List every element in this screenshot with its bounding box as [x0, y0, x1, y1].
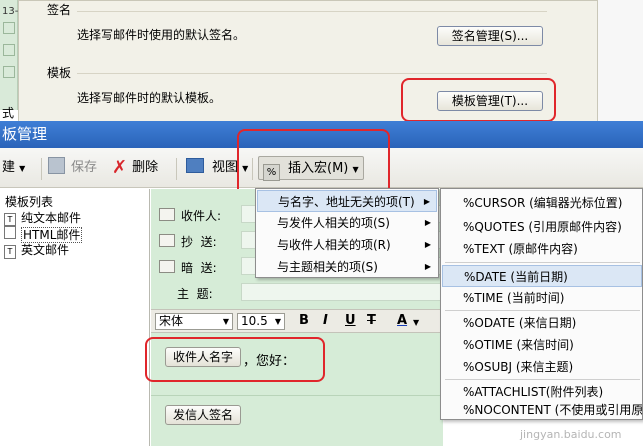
subject-label: 主 题:	[177, 287, 213, 301]
font-select[interactable]: 宋体 ▼	[155, 313, 233, 330]
view-button-label: 视图	[212, 160, 239, 175]
background-grid-cell	[3, 66, 15, 78]
background-grid-cell	[3, 22, 15, 34]
sender-signature-macro-button[interactable]: 发信人签名	[165, 405, 241, 425]
menu-separator	[445, 310, 640, 311]
signature-description: 选择写邮件时使用的默认签名。	[77, 28, 246, 42]
background-window-text: 式	[2, 106, 15, 120]
submenu-item[interactable]: %OTIME (来信时间)	[441, 334, 642, 356]
section-divider	[77, 73, 547, 74]
submenu-item[interactable]: %TEXT (原邮件内容)	[441, 238, 642, 260]
template-list-pane: 模板列表 T 纯文本邮件 HTML邮件 T 英文邮件	[0, 189, 150, 446]
template-list-header: 模板列表	[5, 195, 54, 209]
section-divider	[77, 11, 547, 12]
new-button[interactable]: 建 ▼	[2, 157, 25, 179]
body-divider	[151, 395, 443, 396]
macro-menu-item[interactable]: 与收件人相关的项(R) ▶	[257, 234, 437, 256]
underline-button[interactable]: U	[345, 313, 356, 328]
new-button-label: 建	[2, 160, 16, 175]
submenu-arrow-icon: ▶	[423, 197, 430, 206]
menu-separator	[445, 262, 640, 263]
submenu-item[interactable]: %QUOTES (引用原邮件内容)	[441, 216, 642, 238]
background-window-text: 13-	[2, 6, 19, 17]
macro-menu-item-label: 与名字、地址无关的项(T)	[278, 195, 415, 209]
submenu-item[interactable]: %TIME (当前时间)	[441, 287, 642, 309]
background-window-strip: 13-	[0, 0, 18, 110]
view-icon	[186, 158, 204, 173]
window-title: 板管理	[2, 125, 48, 143]
macro-menu-item[interactable]: 与主题相关的项(S) ▶	[257, 256, 437, 278]
template-list-item-label: 英文邮件	[21, 243, 70, 257]
bcc-row: 暗 送:	[159, 259, 217, 276]
submenu-item[interactable]: %DATE (当前日期)	[442, 265, 642, 287]
to-label: 收件人:	[181, 209, 222, 223]
cc-label: 抄 送:	[181, 235, 217, 249]
macro-menu-item-label: 与发件人相关的项(S)	[277, 216, 390, 230]
background-grid-cell	[3, 44, 15, 56]
contact-card-icon	[159, 234, 175, 247]
font-size-select[interactable]: 10.5 ▼	[237, 313, 285, 330]
highlight-box-recipient-name	[145, 337, 325, 382]
submenu-item[interactable]: %CURSOR (编辑器光标位置)	[441, 192, 642, 214]
html-document-icon	[4, 225, 16, 239]
bcc-label: 暗 送:	[181, 261, 217, 275]
submenu-item[interactable]: %NOCONTENT (不使用或引用原邮件	[441, 399, 642, 421]
toolbar-separator	[41, 158, 42, 180]
template-list-item[interactable]: T 英文邮件	[4, 241, 69, 259]
background-window-strip	[598, 0, 643, 122]
save-icon	[48, 157, 65, 174]
submenu-arrow-icon: ▶	[424, 240, 431, 249]
macro-menu-item[interactable]: 与名字、地址无关的项(T) ▶	[257, 190, 437, 212]
signature-manage-button[interactable]: 签名管理(S)...	[437, 26, 543, 46]
font-select-value: 宋体	[159, 314, 184, 328]
contact-card-icon	[159, 208, 175, 221]
macro-menu-item[interactable]: 与发件人相关的项(S) ▶	[257, 212, 437, 234]
font-size-value: 10.5	[241, 314, 268, 328]
delete-icon: ✗	[112, 157, 128, 178]
save-button-label: 保存	[71, 160, 98, 175]
dropdown-arrow-icon: ▼	[222, 317, 229, 326]
highlight-box-template-button	[401, 78, 556, 122]
dropdown-arrow-icon: ▼	[413, 318, 420, 327]
signature-section-title: 签名	[47, 3, 72, 17]
strikethrough-button[interactable]: T	[367, 313, 376, 328]
subject-field[interactable]	[241, 283, 443, 301]
submenu-item[interactable]: %OSUBJ (来信主题)	[441, 356, 642, 378]
menu-separator	[445, 379, 640, 380]
contact-card-icon	[159, 260, 175, 273]
submenu-arrow-icon: ▶	[424, 218, 431, 227]
save-button[interactable]: 保存	[48, 157, 97, 179]
toolbar-separator	[176, 158, 177, 180]
bold-button[interactable]: B	[299, 313, 309, 328]
submenu-arrow-icon: ▶	[424, 262, 431, 271]
submenu-item[interactable]: %ODATE (来信日期)	[441, 312, 642, 334]
italic-button[interactable]: I	[323, 313, 328, 328]
text-document-icon: T	[4, 245, 16, 259]
dropdown-arrow-icon: ▼	[19, 164, 26, 173]
delete-button-label: 删除	[132, 160, 159, 175]
watermark-text: jingyan.baidu.com	[520, 428, 622, 441]
format-toolbar: 宋体 ▼ 10.5 ▼ B I U T A ▼	[151, 309, 443, 333]
cc-row: 抄 送:	[159, 233, 217, 250]
template-description: 选择写邮件时的默认模板。	[77, 91, 222, 105]
macro-submenu: %CURSOR (编辑器光标位置) %QUOTES (引用原邮件内容) %TEX…	[440, 188, 643, 420]
font-color-button[interactable]: A	[397, 313, 407, 328]
dropdown-arrow-icon: ▼	[274, 317, 281, 326]
template-list-item-label: 纯文本邮件	[21, 211, 82, 225]
insert-macro-menu: 与名字、地址无关的项(T) ▶ 与发件人相关的项(S) ▶ 与收件人相关的项(R…	[255, 188, 439, 278]
template-section-title: 模板	[47, 66, 72, 80]
macro-menu-item-label: 与收件人相关的项(R)	[277, 238, 391, 252]
delete-button[interactable]: ✗ 删除	[112, 157, 158, 179]
to-row: 收件人:	[159, 207, 221, 224]
macro-menu-item-label: 与主题相关的项(S)	[277, 260, 378, 274]
